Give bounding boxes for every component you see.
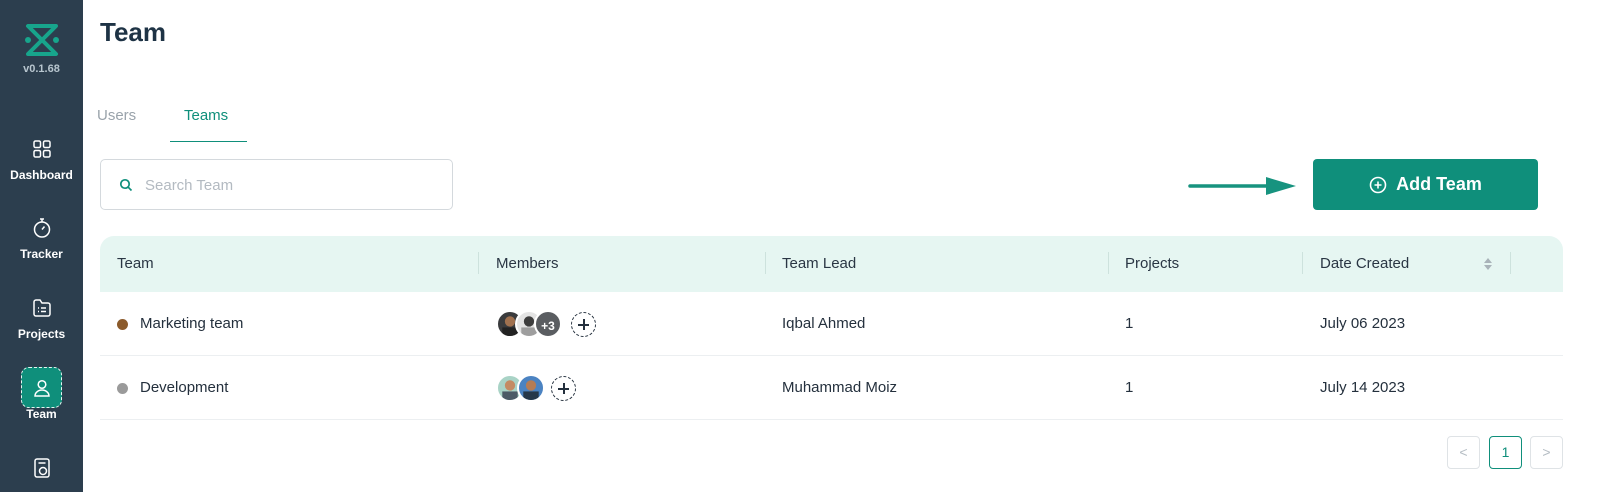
invoice-icon (33, 458, 50, 478)
app-version: v0.1.68 (23, 63, 60, 75)
search-icon (119, 178, 133, 192)
team-name: Development (140, 379, 229, 396)
column-header-team: Team (117, 255, 154, 272)
sidebar-item-projects[interactable]: Projects (0, 296, 83, 341)
column-header-date-created[interactable]: Date Created (1320, 255, 1409, 272)
date-created: July 14 2023 (1320, 379, 1406, 396)
table-row[interactable]: Marketing team +3 Iqbal Ahmed 1 July 06 … (100, 292, 1563, 356)
add-team-label: Add Team (1396, 174, 1482, 194)
team-name: Marketing team (140, 315, 244, 332)
tab-teams[interactable]: Teams (184, 107, 228, 124)
date-created: July 06 2023 (1320, 315, 1406, 332)
sidebar-item-team[interactable]: Team (0, 376, 83, 421)
column-divider (765, 252, 766, 274)
grid-icon (32, 140, 51, 158)
add-member-icon[interactable] (551, 376, 576, 401)
pagination-page-1[interactable]: 1 (1489, 436, 1522, 469)
sidebar-item-label: Projects (17, 327, 66, 341)
sidebar: v0.1.68 Dashboard Tracker Projects Team (0, 0, 83, 492)
search-box[interactable] (100, 159, 453, 210)
team-color-dot (117, 383, 128, 394)
pagination-prev-button[interactable]: < (1447, 436, 1480, 469)
stopwatch-icon (33, 218, 50, 238)
page-title: Team (100, 17, 166, 47)
avatar[interactable] (517, 374, 545, 402)
sidebar-item-label: Dashboard (10, 168, 73, 182)
add-team-button[interactable]: Add Team (1313, 159, 1538, 210)
user-icon (33, 379, 50, 397)
column-divider (1510, 252, 1511, 274)
list-icon (32, 299, 51, 317)
team-color-dot (117, 319, 128, 330)
arrow-pointer-icon (1188, 177, 1296, 195)
column-divider (478, 252, 479, 274)
add-member-icon[interactable] (571, 312, 596, 337)
column-divider (1108, 252, 1109, 274)
column-header-team-lead: Team Lead (782, 255, 857, 272)
sidebar-item-tracker[interactable]: Tracker (0, 216, 83, 261)
active-tab-underline (170, 141, 247, 142)
team-lead: Iqbal Ahmed (782, 315, 866, 332)
sidebar-item-label: Tracker (20, 247, 63, 261)
plus-circle-icon (1369, 176, 1387, 193)
column-divider (1302, 252, 1303, 274)
sidebar-item-label: Team (26, 407, 57, 421)
team-lead: Muhammad Moiz (782, 379, 898, 396)
table-row[interactable]: Development Muhammad Moiz 1 July 14 2023 (100, 356, 1563, 420)
tab-users[interactable]: Users (97, 107, 136, 124)
table-header: Team Members Team Lead Projects Date Cre… (100, 236, 1563, 292)
pagination-next-button[interactable]: > (1530, 436, 1563, 469)
search-input[interactable] (145, 172, 435, 198)
projects-count: 1 (1125, 379, 1134, 396)
sidebar-item-dashboard[interactable]: Dashboard (0, 137, 83, 182)
app-logo-icon[interactable] (24, 22, 60, 58)
column-header-projects: Projects (1125, 255, 1180, 272)
column-header-members: Members (496, 255, 559, 272)
sidebar-item-invoices[interactable] (0, 456, 83, 480)
more-members-badge[interactable]: +3 (534, 310, 562, 338)
sort-icon[interactable] (1483, 256, 1493, 272)
projects-count: 1 (1125, 315, 1134, 332)
